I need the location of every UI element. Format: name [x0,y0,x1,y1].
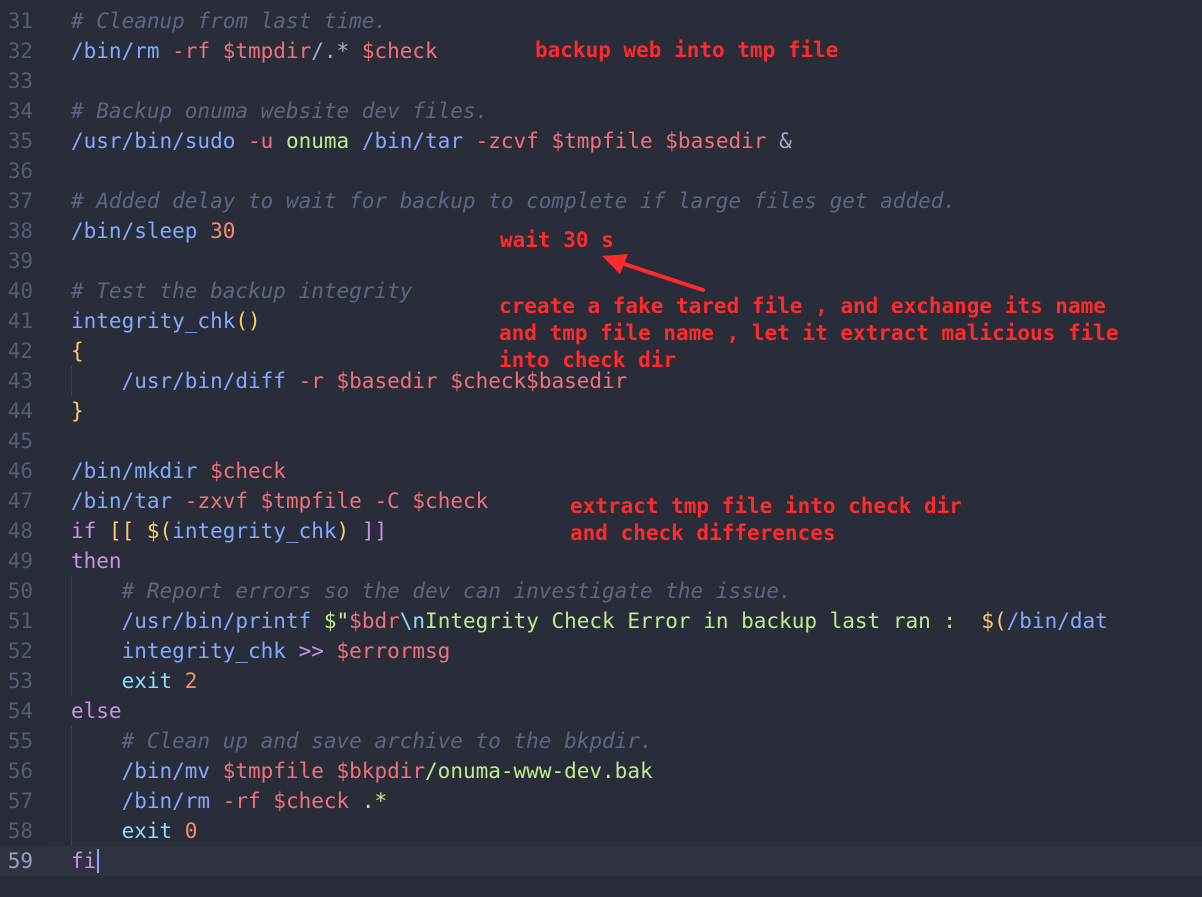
annotation-arrow [602,254,705,292]
code-editor[interactable]: 31 # Cleanup from last time. 32/bin/rm -rf… [0,0,1202,897]
